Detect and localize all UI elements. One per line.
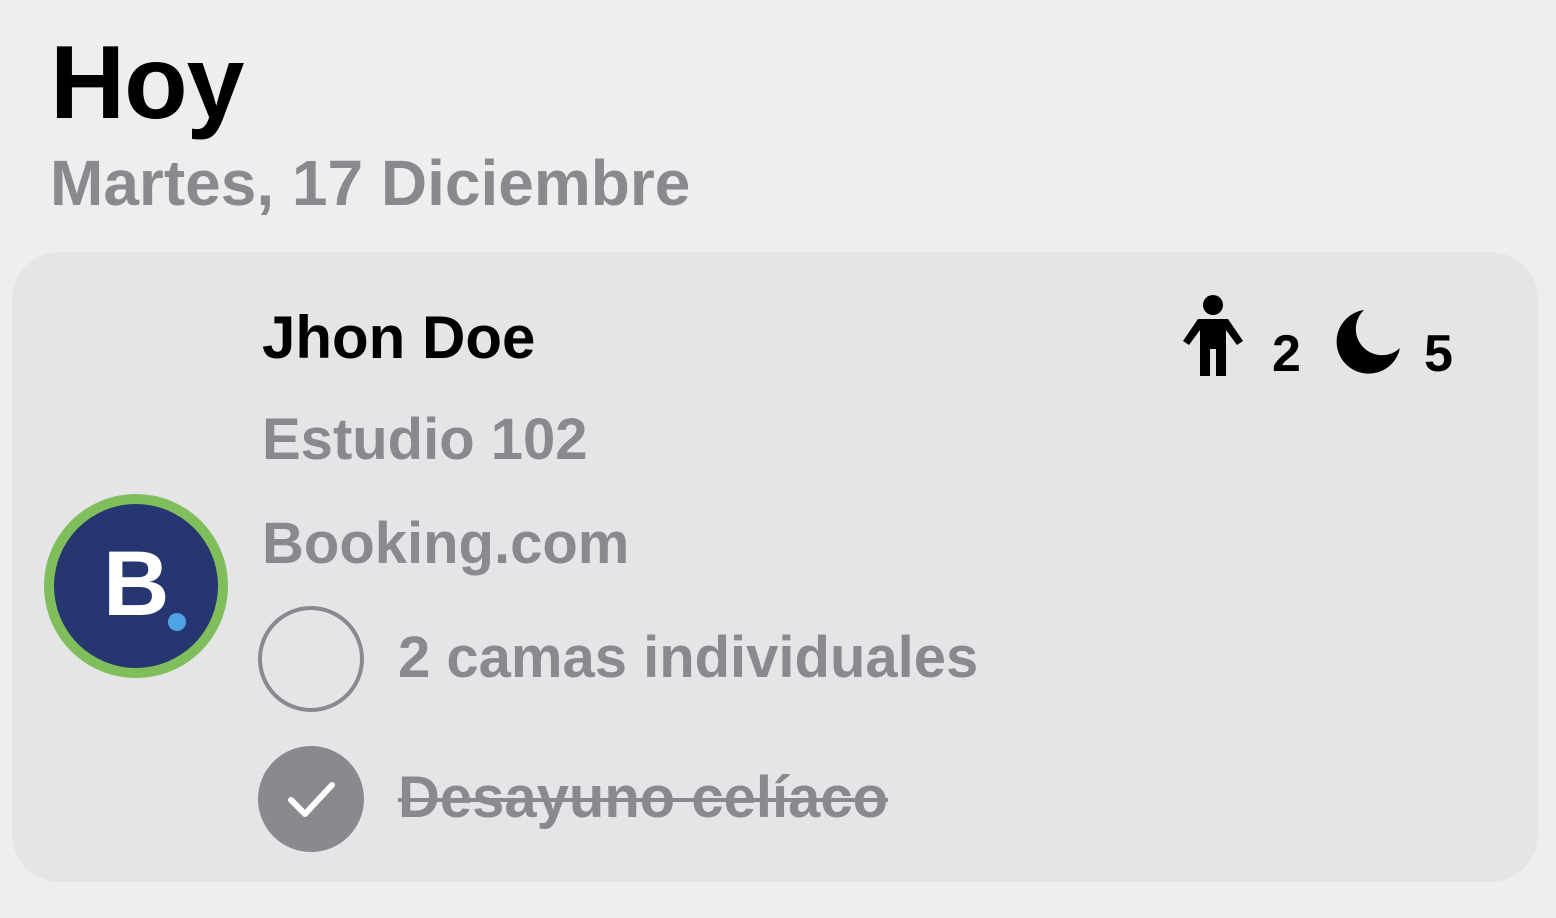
task-item[interactable]: Desayuno celíaco: [258, 746, 1158, 852]
nights-count: 5: [1424, 325, 1453, 383]
task-checkbox-checked[interactable]: [258, 746, 364, 852]
booking-logo: B: [54, 504, 218, 668]
page-title: Hoy: [50, 25, 244, 141]
task-checkbox-unchecked[interactable]: [258, 606, 364, 712]
task-label: 2 camas individuales: [398, 625, 979, 690]
booking-logo-letter: B: [103, 533, 170, 635]
task-label: Desayuno celíaco: [398, 765, 888, 830]
booking-logo-dot: [168, 613, 186, 631]
moon-icon: [1332, 306, 1404, 383]
page-date: Martes, 17 Diciembre: [50, 147, 691, 219]
guests-count: 2: [1272, 325, 1301, 383]
task-item[interactable]: 2 camas individuales: [258, 606, 1158, 712]
room-name: Estudio 102: [262, 407, 588, 472]
booking-avatar: B: [44, 494, 228, 678]
checkmark-icon: [288, 782, 335, 817]
booking-source: Booking.com: [262, 511, 630, 576]
person-icon: [1176, 292, 1246, 385]
guest-name: Jhon Doe: [262, 304, 536, 371]
stats: 2 5: [1176, 292, 1496, 392]
